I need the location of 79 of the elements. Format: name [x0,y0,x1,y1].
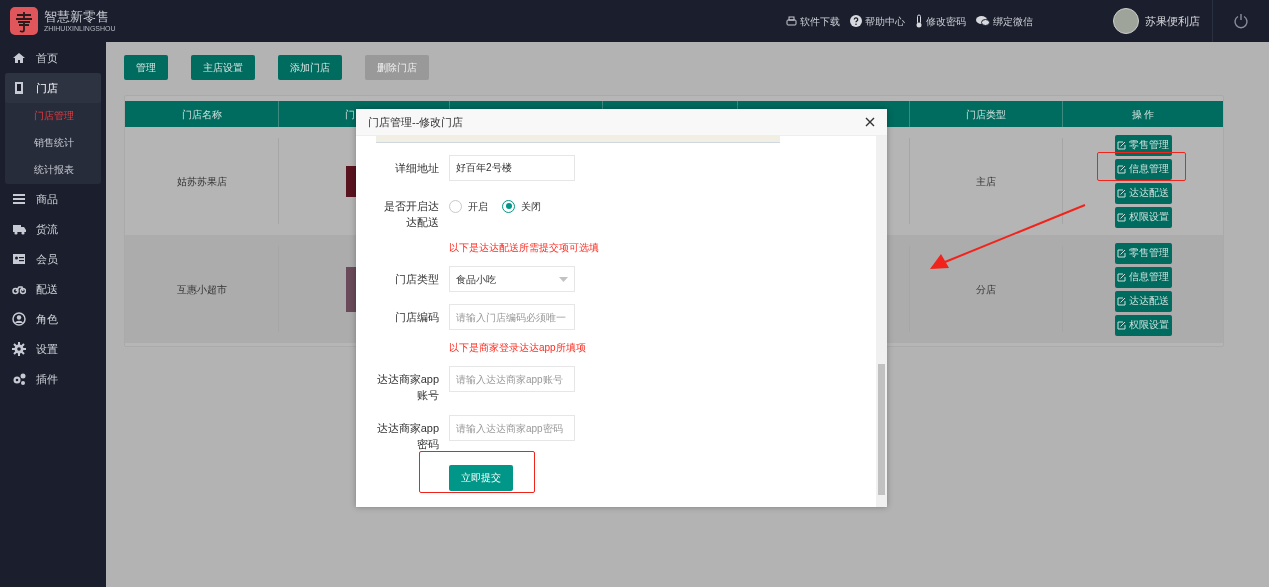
chat-icon [976,15,990,27]
avatar[interactable] [1113,8,1139,34]
field-label: 是否开启达达配送 [383,199,439,230]
edit-icon [1117,248,1126,258]
edit-icon [1117,320,1126,330]
submenu-item[interactable]: 销售统计 [5,130,101,157]
input-field[interactable]: 请输入达达商家app账号 [449,366,575,392]
edit-icon [1117,164,1126,174]
edit-icon [1117,188,1126,198]
modal-title: 门店管理--修改门店 [368,114,464,130]
sidebar-item[interactable]: 首页 [0,43,106,73]
user-name[interactable]: 苏果便利店 [1145,12,1200,30]
radio-option[interactable]: 关闭 [502,198,541,214]
field-label: 达达商家app账号 [375,372,439,403]
edit-icon [1117,272,1126,282]
select-field[interactable]: 食品小吃 [449,266,575,292]
toolbar-button[interactable]: 添加门店 [278,55,342,80]
gear-icon [12,342,26,356]
gears-icon [12,372,26,386]
action-button[interactable]: 达达配送 [1114,182,1172,204]
table-cell-text: 主店 [976,174,996,189]
close-icon[interactable] [865,117,875,127]
radio-option[interactable]: 开启 [449,198,488,214]
edit-icon [1117,296,1126,306]
column-header: 门店类型 [966,107,1006,122]
edit-icon [1117,212,1126,222]
action-button[interactable]: 权限设置 [1114,314,1172,336]
list-icon [12,192,26,206]
scrollbar[interactable] [876,136,887,507]
column-header: 门店名称 [181,107,222,122]
thermometer-icon [915,14,923,28]
field-label: 门店编码 [394,310,439,325]
action-button[interactable]: 信息管理 [1114,158,1172,180]
sidebar-item[interactable]: 货流 [0,214,106,244]
action-button[interactable]: 权限设置 [1114,206,1172,228]
column-header: 门 [345,107,355,122]
field-label: 达达商家app密码 [375,421,439,452]
sidebar-item[interactable]: 插件 [0,364,106,394]
sidebar-item[interactable]: 配送 [0,274,106,304]
sidebar-item[interactable]: 设置 [0,334,106,364]
id-card-icon [12,252,26,266]
sidebar-item[interactable]: 商品 [0,184,106,214]
action-button[interactable]: 达达配送 [1114,290,1172,312]
building-icon [12,81,26,95]
printer-icon [786,15,797,27]
header-link[interactable]: 帮助中心 [850,13,905,29]
action-button[interactable]: 零售管理 [1114,134,1172,156]
header-link[interactable]: 软件下载 [786,13,840,29]
power-icon [1233,13,1249,29]
table-cell-text: 分店 [976,282,996,297]
sidebar-item[interactable]: 门店 [5,73,101,103]
submenu-item[interactable]: 门店管理 [5,103,101,130]
caret-icon [559,276,568,282]
field-label: 门店类型 [394,272,439,287]
hint-text: 以下是商家登录达达app所填项 [449,342,586,354]
action-button[interactable]: 信息管理 [1114,266,1172,288]
sidebar-item[interactable]: 角色 [0,304,106,334]
truck-icon [12,222,26,236]
toolbar-button[interactable]: 管理 [124,55,168,80]
hint-text: 以下是达达配送所需提交项可选填 [449,242,599,254]
header-link[interactable]: 修改密码 [915,13,966,29]
user-icon [12,312,26,326]
submit-button[interactable]: 立即提交 [449,464,513,491]
app-name: 智慧新零售 [44,9,110,24]
field-label: 详细地址 [394,161,439,176]
table-cell-text: 互惠小超市 [176,282,227,297]
column-header: 操 作 [1131,107,1155,122]
header-link[interactable]: 绑定微信 [976,13,1033,29]
toolbar-button[interactable]: 主店设置 [191,55,255,80]
action-button[interactable]: 零售管理 [1114,242,1172,264]
sidebar-item[interactable]: 会员 [0,244,106,274]
submenu-item[interactable]: 统计报表 [5,157,101,184]
input-field[interactable]: 请输入达达商家app密码 [449,415,575,441]
input-field[interactable]: 好百年2号楼 [449,155,575,181]
logo-icon [10,7,38,35]
table-cell-text: 姑苏苏果店 [176,174,227,189]
home-icon [12,51,26,65]
help-icon [850,15,862,27]
edit-icon [1117,140,1126,150]
